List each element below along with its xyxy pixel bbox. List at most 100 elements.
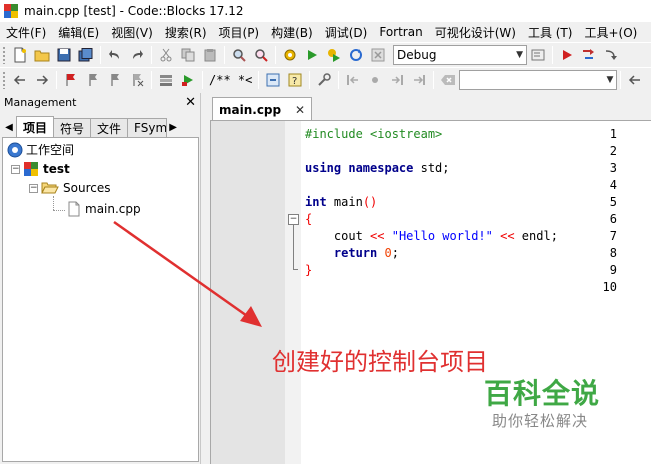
menu-debug[interactable]: 调试(D) xyxy=(319,24,374,41)
identifier: cout xyxy=(333,229,363,243)
next-line-icon[interactable] xyxy=(601,45,621,65)
tree-label-sources: Sources xyxy=(63,181,111,195)
cut-icon[interactable] xyxy=(156,45,176,65)
tab-symbols[interactable]: 符号 xyxy=(53,118,92,137)
save-icon[interactable] xyxy=(54,45,74,65)
next-bookmark-icon[interactable] xyxy=(105,70,125,90)
preprocessor-directive: #include xyxy=(305,127,363,141)
tree-node-sources[interactable]: − Sources xyxy=(29,181,110,195)
toolbar-separator xyxy=(151,45,152,64)
wrench-icon[interactable] xyxy=(314,70,334,90)
copy-icon[interactable] xyxy=(178,45,198,65)
step-forward-icon[interactable] xyxy=(387,70,407,90)
tab-files[interactable]: 文件 xyxy=(90,118,129,137)
menu-search[interactable]: 搜索(R) xyxy=(159,24,213,41)
doxyblocks-icon[interactable] xyxy=(263,70,283,90)
tree-node-project[interactable]: − test xyxy=(11,161,70,177)
tree-node-workspace[interactable]: 工作空间 xyxy=(7,141,74,158)
breakpoint-dot-icon[interactable] xyxy=(365,70,385,90)
nav-back-icon[interactable] xyxy=(625,70,645,90)
clear-search-icon[interactable] xyxy=(438,70,458,90)
code-line-1: #include <iostream> xyxy=(305,127,442,141)
tab-fsymbols[interactable]: FSym xyxy=(127,118,168,137)
new-file-icon[interactable] xyxy=(10,45,30,65)
tab-scroll-right-icon[interactable]: ▶ xyxy=(166,117,180,137)
search-combo[interactable]: ▼ xyxy=(459,69,618,90)
keyword: using xyxy=(305,161,342,175)
identifier: ; xyxy=(391,246,399,260)
collapse-icon[interactable]: − xyxy=(11,164,20,174)
paste-icon[interactable] xyxy=(200,45,220,65)
rebuild-icon[interactable] xyxy=(346,45,366,65)
replace-icon[interactable] xyxy=(251,45,271,65)
operator: { xyxy=(305,212,313,226)
prev-bookmark-icon[interactable] xyxy=(83,70,103,90)
menu-visual-design[interactable]: 可视化设计(W) xyxy=(429,24,522,41)
save-all-icon[interactable] xyxy=(76,45,96,65)
build-gear-icon[interactable] xyxy=(280,45,300,65)
help-icon[interactable]: ? xyxy=(285,70,305,90)
toggle-bookmark-icon[interactable] xyxy=(61,70,81,90)
code-line-8: return 0; xyxy=(305,246,399,260)
jump-back-icon[interactable] xyxy=(10,70,30,90)
project-icon xyxy=(24,162,38,176)
open-folder-icon[interactable] xyxy=(32,45,52,65)
menu-file[interactable]: 文件(F) xyxy=(0,24,52,41)
tab-scroll-left-icon[interactable]: ◀ xyxy=(2,117,16,137)
menu-edit[interactable]: 编辑(E) xyxy=(52,24,105,41)
clear-bookmarks-icon[interactable] xyxy=(127,70,147,90)
line-number: 9 xyxy=(609,263,617,277)
toolbar-separator xyxy=(151,70,152,89)
step-end-icon[interactable] xyxy=(409,70,429,90)
target-options-icon[interactable] xyxy=(528,45,548,65)
toolbar-separator xyxy=(100,45,101,64)
jump-forward-icon[interactable] xyxy=(32,70,52,90)
toolbar-grip[interactable] xyxy=(2,70,6,89)
include-header: <iostream> xyxy=(362,127,443,141)
close-icon[interactable]: ✕ xyxy=(185,95,196,110)
line-number: 5 xyxy=(609,195,617,209)
collapse-icon[interactable]: − xyxy=(29,183,38,193)
operator: << xyxy=(492,229,515,243)
run-selection-icon[interactable] xyxy=(178,70,198,90)
editor-tab-bar: main.cpp ✕ xyxy=(210,96,651,121)
secondary-toolbar: /** *< ? ▼ xyxy=(0,67,651,91)
tab-projects[interactable]: 项目 xyxy=(16,116,55,137)
menu-fortran[interactable]: Fortran xyxy=(373,25,428,39)
build-target-select[interactable]: Debug ▼ xyxy=(393,44,527,65)
editor-tab-main-cpp[interactable]: main.cpp ✕ xyxy=(212,97,312,121)
toolbar-separator xyxy=(338,70,340,89)
tree-connector xyxy=(53,210,65,211)
operator: } xyxy=(305,263,313,277)
workspace-icon xyxy=(7,142,23,157)
menu-tools-plus[interactable]: 工具+(O) xyxy=(578,24,643,41)
undo-icon[interactable] xyxy=(105,45,125,65)
toolbar-separator xyxy=(258,70,260,89)
menu-project[interactable]: 项目(P) xyxy=(213,24,266,41)
line-number: 4 xyxy=(609,178,617,192)
toolbar-grip[interactable] xyxy=(2,45,6,64)
fold-toggle-icon[interactable]: − xyxy=(288,214,299,225)
compiler-stack-icon[interactable] xyxy=(156,70,176,90)
menu-build[interactable]: 构建(B) xyxy=(265,24,319,41)
menu-view[interactable]: 视图(V) xyxy=(105,24,159,41)
run-to-cursor-icon[interactable] xyxy=(579,45,599,65)
debug-start-icon[interactable] xyxy=(557,45,577,65)
annotation-text: 创建好的控制台项目 xyxy=(272,348,488,376)
doxygen-comment-button[interactable]: /** *< xyxy=(206,73,255,87)
watermark-subtitle: 助你轻松解决 xyxy=(492,412,589,430)
build-and-run-icon[interactable] xyxy=(324,45,344,65)
build-target-value: Debug xyxy=(397,47,437,62)
redo-icon[interactable] xyxy=(127,45,147,65)
close-tab-icon[interactable]: ✕ xyxy=(295,103,305,117)
find-icon[interactable] xyxy=(229,45,249,65)
menu-tools[interactable]: 工具 (T) xyxy=(522,24,579,41)
project-tree: 工作空间 − test − Sources main.cpp xyxy=(2,137,199,462)
toolbar-separator xyxy=(309,70,311,89)
run-icon[interactable] xyxy=(302,45,322,65)
step-back-icon[interactable] xyxy=(343,70,363,90)
abort-icon[interactable] xyxy=(368,45,388,65)
toolbar-separator xyxy=(433,70,435,89)
tree-node-main-cpp[interactable]: main.cpp xyxy=(67,201,141,217)
